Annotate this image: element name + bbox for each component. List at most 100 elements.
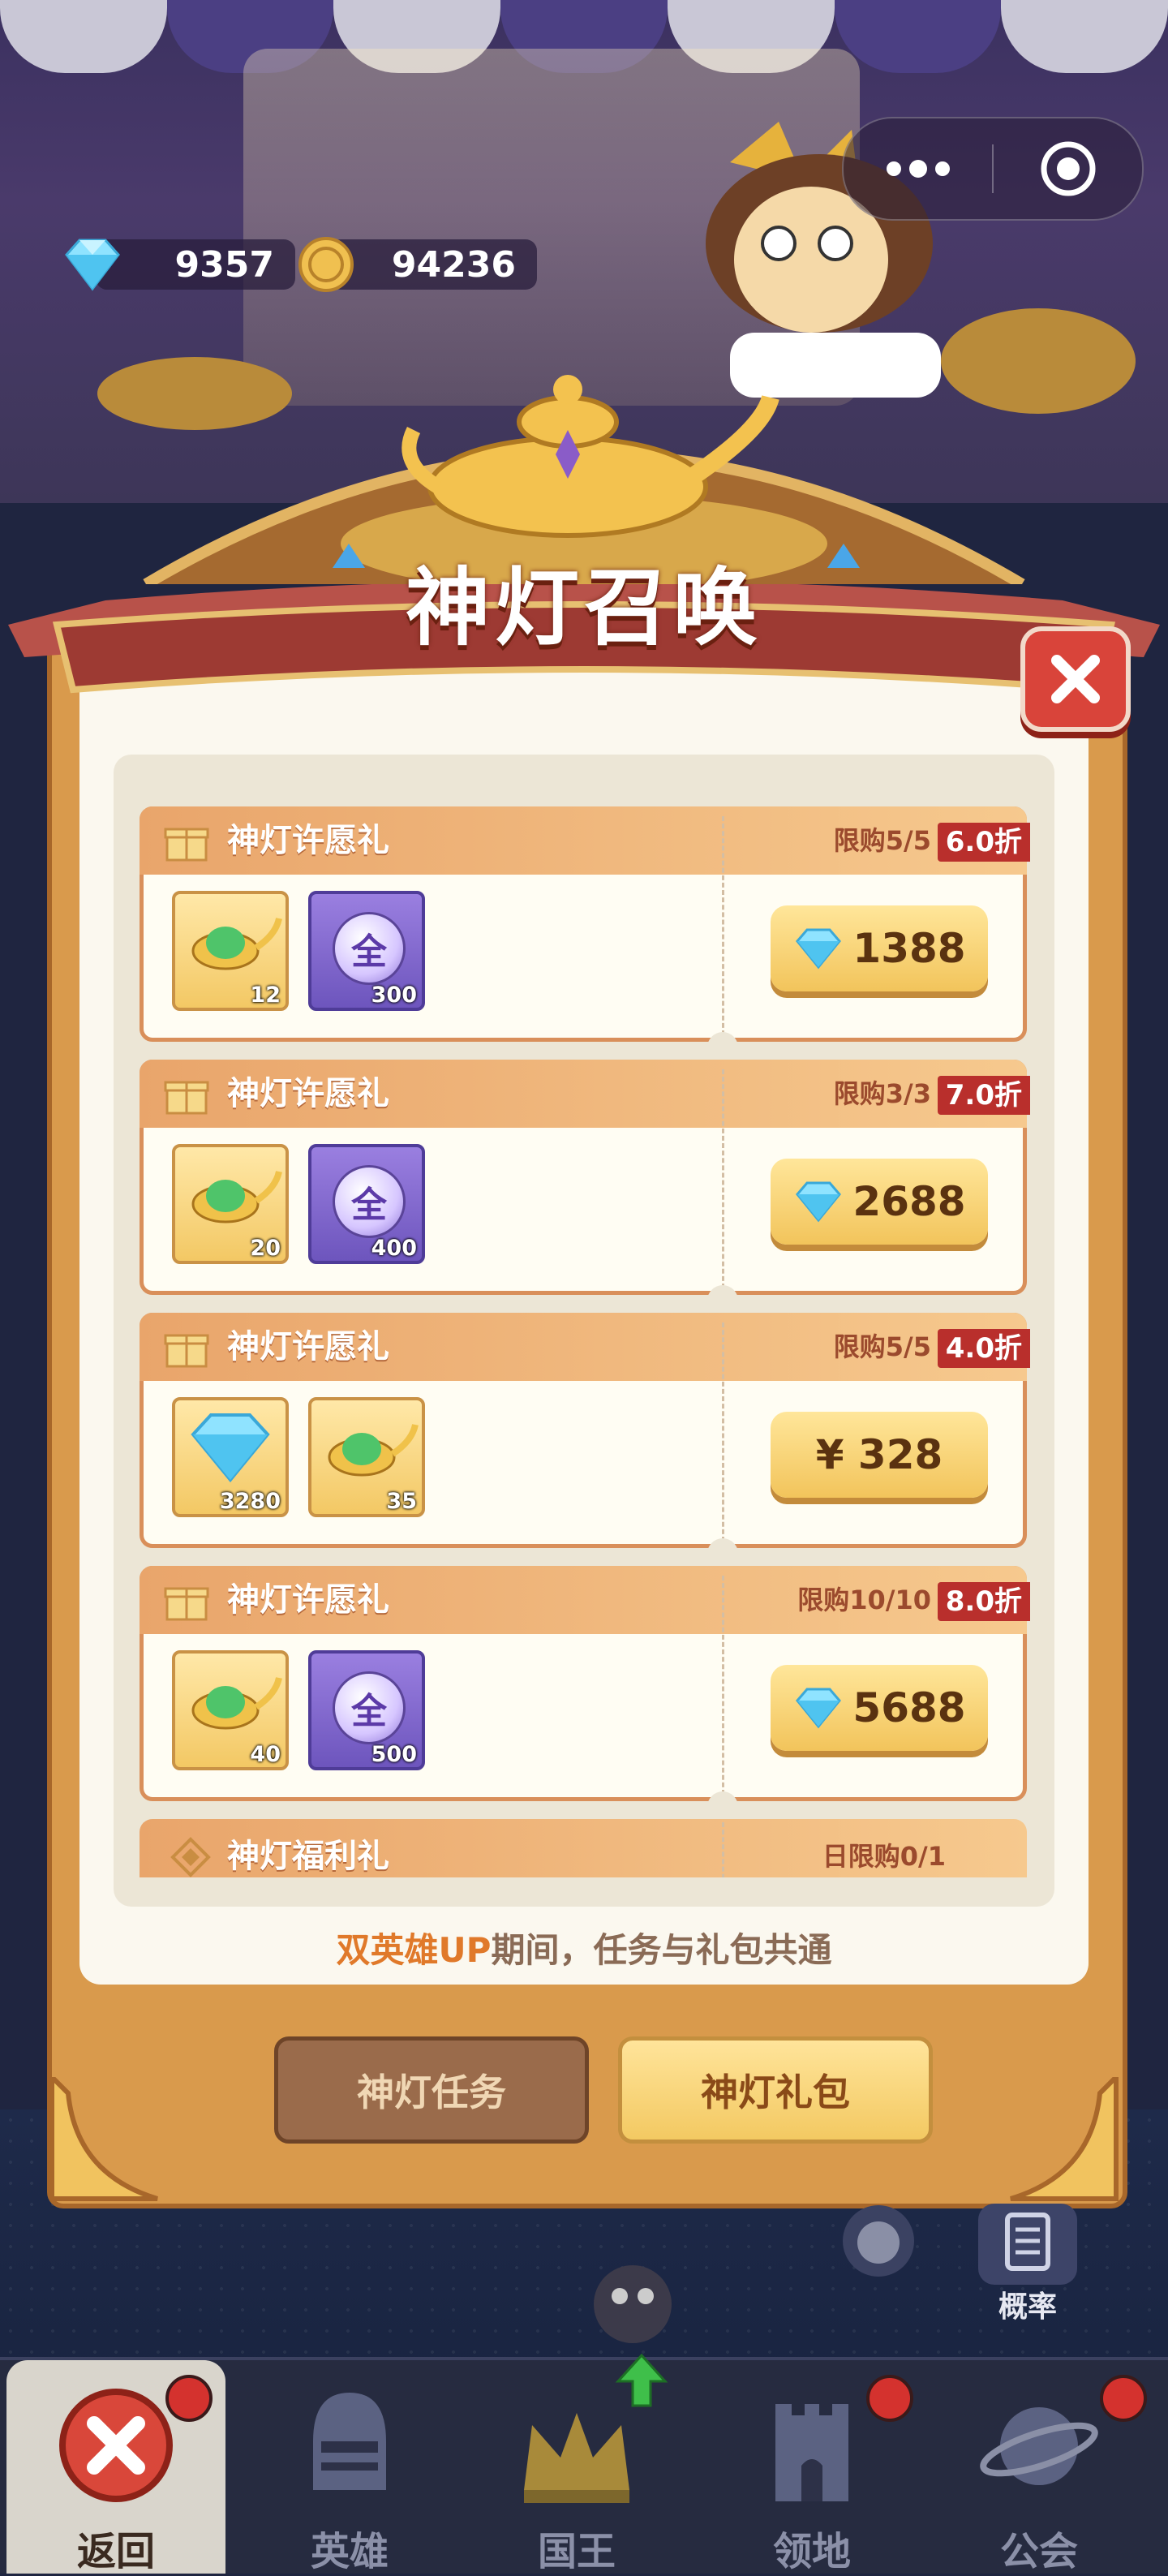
nav-label: 返回 [76, 2529, 155, 2574]
gem-icon [796, 928, 842, 970]
notification-badge [866, 2375, 913, 2422]
reward-item-lamp[interactable]: 35 [308, 1397, 425, 1517]
price-label: 5688 [852, 1684, 966, 1731]
tab-lamp-gifts[interactable]: 神灯礼包 [618, 2036, 933, 2144]
magic-lamp-icon [191, 918, 282, 970]
gift-pack-title: 神灯许愿礼 [227, 1075, 389, 1112]
document-list-icon [978, 2204, 1077, 2285]
probability-label: 概率 [998, 2290, 1057, 2324]
crown-icon [524, 2413, 629, 2503]
reward-item-orb[interactable]: 全 500 [308, 1650, 425, 1770]
reward-item-orb[interactable]: 全 400 [308, 1144, 425, 1264]
purchase-limit: 限购10/10 [797, 1585, 931, 1615]
price-label: 2688 [852, 1178, 966, 1225]
gift-box-icon [164, 1334, 209, 1368]
planet-icon [980, 2407, 1098, 2485]
gift-pack-title: 神灯许愿礼 [227, 1581, 389, 1619]
gift-pack-title: 神灯福利礼 [227, 1838, 389, 1875]
gift-box-icon [164, 1587, 209, 1621]
nav-heroes[interactable]: 英雄 [240, 2360, 459, 2574]
reward-item-orb[interactable]: 全 300 [308, 891, 425, 1011]
gift-box-icon [164, 828, 209, 862]
magic-lamp-icon [328, 1424, 419, 1477]
all-hero-orb-icon: 全 [333, 1165, 406, 1238]
reward-qty: 12 [250, 983, 281, 1008]
reward-qty: 3280 [219, 1489, 281, 1514]
close-panel-button[interactable] [1020, 626, 1131, 732]
notification-badge [1100, 2375, 1147, 2422]
buy-button[interactable]: ¥ 328 [771, 1412, 988, 1498]
purchase-limit: 日限购0/1 [822, 1841, 946, 1872]
reward-item-lamp[interactable]: 20 [172, 1144, 289, 1264]
upgrade-arrow-icon [615, 2353, 668, 2407]
exit-button[interactable] [994, 118, 1142, 219]
magic-lamp-icon [191, 1677, 282, 1730]
bottom-navigation: 返回 英雄 国王 领地 公会 [0, 2353, 1168, 2574]
price-label: 1388 [852, 925, 966, 972]
gem-icon [796, 1181, 842, 1223]
reward-qty: 20 [250, 1236, 281, 1261]
frame-corner-right [1010, 2077, 1119, 2201]
target-circle-icon [1041, 141, 1095, 196]
all-hero-orb-icon: 全 [333, 912, 406, 985]
panel-title: 神灯召唤 [405, 558, 762, 657]
magic-lamp-emblem-icon [402, 375, 779, 538]
gem-icon [191, 1413, 270, 1483]
all-hero-orb-icon: 全 [333, 1671, 406, 1744]
gem-icon [796, 1688, 842, 1729]
nav-label: 英雄 [310, 2529, 389, 2574]
reward-item-lamp[interactable]: 12 [172, 891, 289, 1011]
diamond-badge-icon [170, 1837, 211, 1877]
buy-button[interactable]: 2688 [771, 1159, 988, 1245]
gift-pack-card: 神灯许愿礼 限购5/5 4.0折 3280 35 ¥ 328 [140, 1313, 1030, 1548]
castle-tower-icon [775, 2404, 848, 2501]
more-dots-icon [886, 160, 950, 178]
window-capsule [842, 117, 1144, 221]
frame-corner-left [49, 2077, 158, 2201]
gift-pack-title: 神灯许愿礼 [227, 822, 389, 859]
owl-icon [594, 2265, 672, 2343]
reward-qty: 35 [386, 1489, 417, 1514]
lion-emblem-icon [843, 2205, 914, 2277]
nav-label: 领地 [772, 2529, 851, 2574]
gift-pack-card-partial: 神灯福利礼 日限购0/1 [140, 1819, 1027, 1877]
reward-qty: 40 [250, 1742, 281, 1767]
price-label: ¥ 328 [815, 1431, 943, 1478]
gem-counter[interactable]: 9357 [57, 235, 295, 294]
gift-box-icon [164, 1081, 209, 1115]
coin-counter[interactable]: 94236 [294, 235, 537, 294]
buy-button[interactable]: 5688 [771, 1665, 988, 1751]
purchase-limit: 限购5/5 [833, 825, 931, 856]
discount-badge: 6.0折 [937, 823, 1030, 862]
event-notice-text: 期间，任务与礼包共通 [491, 1930, 832, 1970]
notification-badge [165, 2375, 213, 2422]
gem-icon [65, 239, 120, 291]
nav-label: 公会 [999, 2529, 1078, 2574]
tab-lamp-tasks[interactable]: 神灯任务 [274, 2036, 589, 2144]
gift-pack-card: 神灯许愿礼 限购5/5 6.0折 12 全 300 1388 [140, 806, 1030, 1042]
reward-item-gems[interactable]: 3280 [172, 1397, 289, 1517]
reward-qty: 300 [371, 983, 417, 1008]
coin-icon [298, 237, 354, 292]
close-x-icon [1051, 655, 1100, 703]
discount-badge: 7.0折 [937, 1076, 1030, 1115]
close-x-icon [59, 2389, 173, 2502]
nav-label: 国王 [537, 2529, 616, 2574]
discount-badge: 4.0折 [937, 1329, 1030, 1368]
reward-qty: 400 [371, 1236, 417, 1261]
event-highlight: 双英雄UP [336, 1930, 492, 1970]
knight-helmet-icon [313, 2393, 386, 2490]
reward-item-lamp[interactable]: 40 [172, 1650, 289, 1770]
event-notice: 双英雄UP期间，任务与礼包共通 [79, 1923, 1089, 1972]
purchase-limit: 限购5/5 [833, 1331, 931, 1362]
more-button[interactable] [844, 118, 992, 219]
magic-lamp-icon [191, 1171, 282, 1223]
gift-pack-card: 神灯许愿礼 限购10/10 8.0折 40 全 500 5688 [140, 1566, 1030, 1801]
gift-pack-card: 神灯许愿礼 限购3/3 7.0折 20 全 400 2688 [140, 1060, 1030, 1295]
reward-qty: 500 [371, 1742, 417, 1767]
purchase-limit: 限购3/3 [833, 1078, 931, 1109]
probability-button[interactable]: 概率 [975, 2200, 1080, 2325]
nav-king[interactable]: 国王 [467, 2353, 686, 2574]
buy-button[interactable]: 1388 [771, 905, 988, 991]
gift-pack-title: 神灯许愿礼 [227, 1328, 389, 1365]
